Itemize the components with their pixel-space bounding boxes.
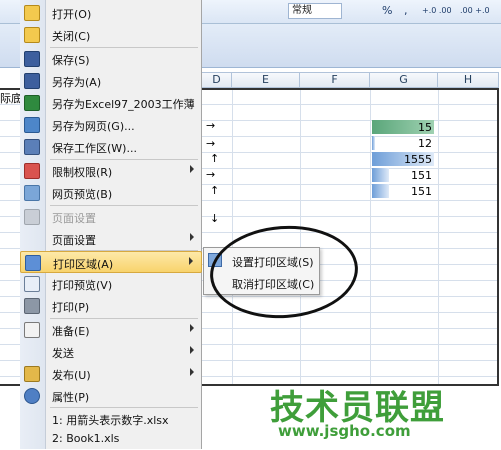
submenu-arrow-icon: [189, 257, 193, 265]
properties-icon: [24, 388, 40, 404]
submenu-arrow-icon: [190, 368, 194, 376]
workspace-icon: [24, 139, 40, 155]
open-folder-icon: [24, 5, 40, 21]
permission-icon: [24, 163, 40, 179]
watermark-url: www.jsgho.com: [278, 422, 411, 440]
menu-item-save[interactable]: 保存(S): [20, 48, 202, 70]
column-header-d[interactable]: D: [202, 72, 232, 88]
menu-item-print-preview[interactable]: 打印预览(V): [20, 273, 202, 295]
menu-item-close[interactable]: 关闭(C): [20, 24, 202, 46]
column-header-h[interactable]: H: [438, 72, 499, 88]
save-icon: [24, 51, 40, 67]
office-menu: 打开(O) 关闭(C) 保存(S) 另存为(A) 另存为Excel97_2003…: [20, 0, 202, 449]
menu-item-save-as-web[interactable]: 另存为网页(G)...: [20, 114, 202, 136]
menu-item-web-preview[interactable]: 网页预览(B): [20, 182, 202, 204]
menu-item-prepare[interactable]: 准备(E): [20, 319, 202, 341]
decrease-decimal-button[interactable]: .00 +.0: [460, 3, 490, 19]
menu-item-publish[interactable]: 发布(U): [20, 363, 202, 385]
printer-icon: [24, 298, 40, 314]
number-format-combo[interactable]: 常规: [288, 3, 342, 19]
publish-icon: [24, 366, 40, 382]
recent-file-2[interactable]: 2: Book1.xls: [20, 428, 202, 450]
menu-item-page-setup[interactable]: 页面设置: [20, 228, 202, 250]
menu-item-print-area[interactable]: 打印区域(A): [20, 251, 202, 273]
menu-item-print[interactable]: 打印(P): [20, 295, 202, 317]
comma-button[interactable]: ,: [404, 3, 408, 19]
increase-decimal-button[interactable]: +.0 .00: [422, 3, 452, 19]
submenu-arrow-icon: [190, 233, 194, 241]
page-setup-icon: [24, 209, 40, 225]
recent-file-1[interactable]: 1: 用箭头表示数字.xlsx: [20, 408, 202, 430]
column-header-e[interactable]: E: [232, 72, 300, 88]
menu-item-save-workspace[interactable]: 保存工作区(W)...: [20, 136, 202, 158]
prepare-icon: [24, 322, 40, 338]
print-preview-icon: [24, 276, 40, 292]
submenu-arrow-icon: [190, 346, 194, 354]
percent-button[interactable]: %: [382, 3, 392, 19]
excel-icon: [24, 95, 40, 111]
submenu-arrow-icon: [190, 165, 194, 173]
menu-item-save-as-excel97[interactable]: 另存为Excel97_2003工作薄: [20, 92, 202, 114]
save-as-icon: [24, 73, 40, 89]
menu-item-page-setup-disabled: 页面设置: [20, 206, 202, 228]
web-preview-icon: [24, 185, 40, 201]
menu-item-open[interactable]: 打开(O): [20, 2, 202, 24]
menu-item-restrict-permission[interactable]: 限制权限(R): [20, 160, 202, 182]
print-area-icon: [25, 255, 41, 271]
close-folder-icon: [24, 27, 40, 43]
web-save-icon: [24, 117, 40, 133]
menu-item-send[interactable]: 发送: [20, 341, 202, 363]
column-header-f[interactable]: F: [300, 72, 370, 88]
menu-item-save-as[interactable]: 另存为(A): [20, 70, 202, 92]
menu-item-properties[interactable]: 属性(P): [20, 385, 202, 407]
column-header-g[interactable]: G: [370, 72, 438, 88]
submenu-arrow-icon: [190, 324, 194, 332]
